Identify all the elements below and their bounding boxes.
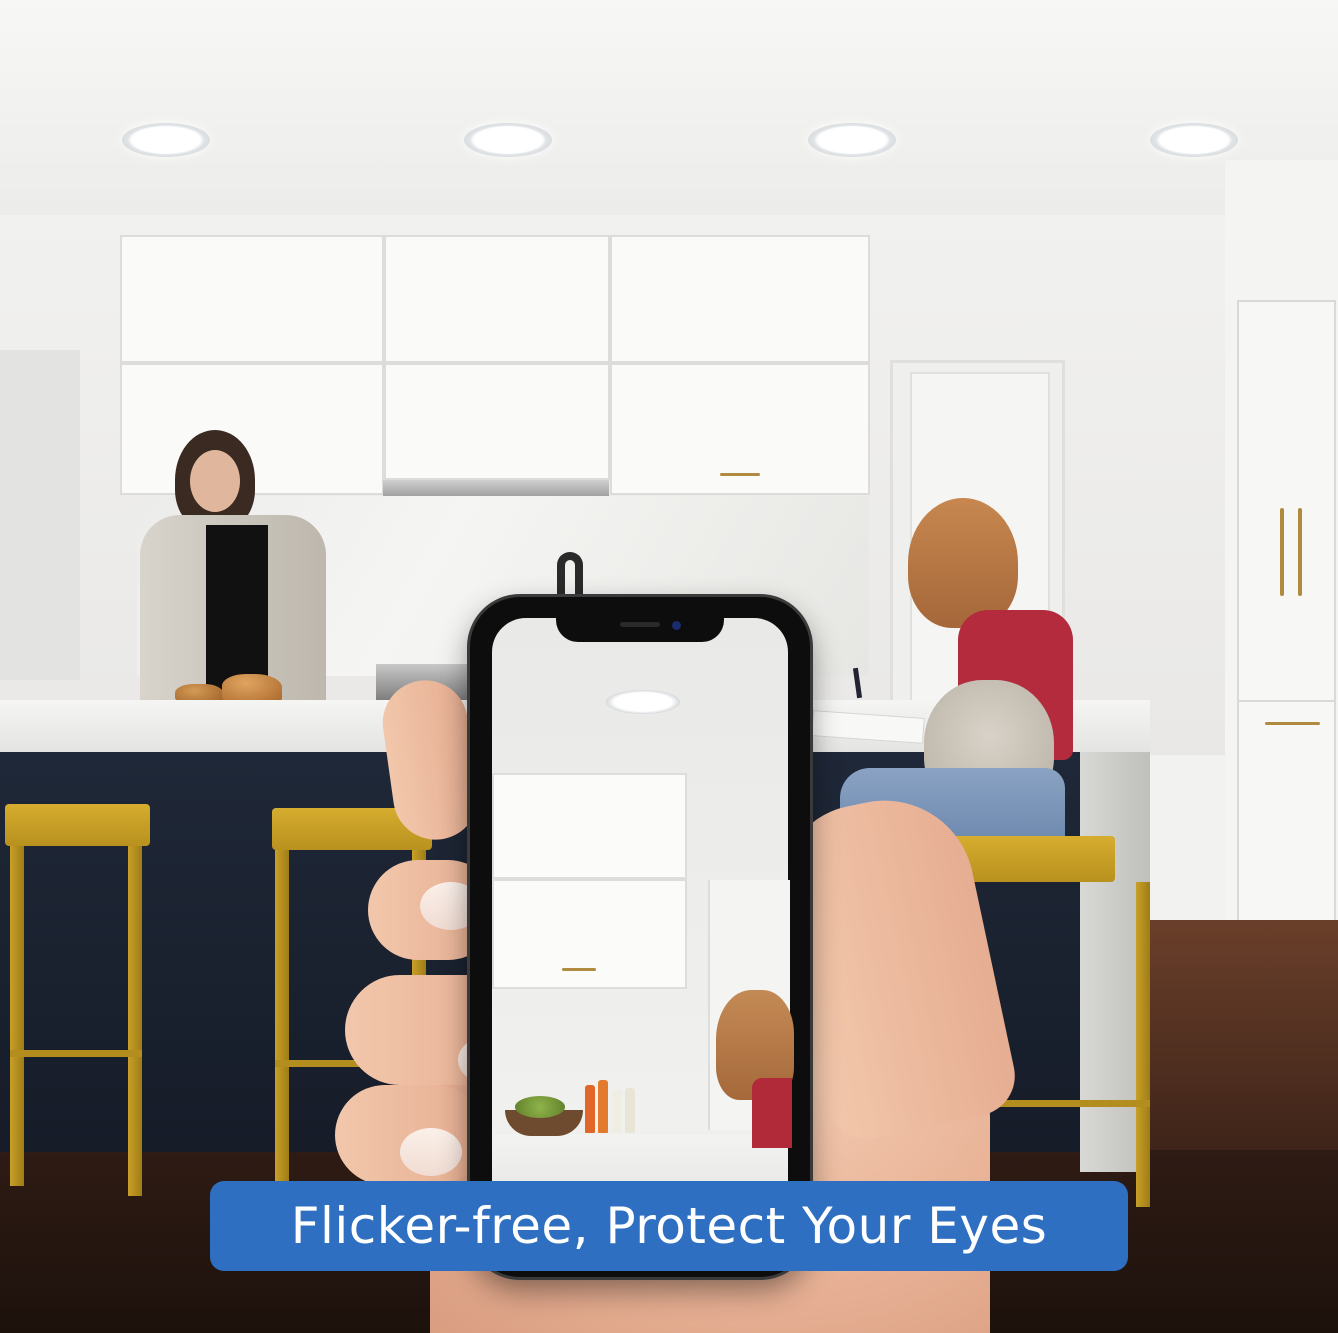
faucet	[557, 552, 583, 600]
bottle	[612, 1090, 622, 1133]
cabinet-handle	[562, 968, 596, 971]
cabinet-handle	[1280, 508, 1284, 596]
caption-text: Flicker-free, Protect Your Eyes	[290, 1197, 1048, 1255]
upper-cabinet	[610, 235, 870, 363]
screen-cabinet	[492, 879, 687, 989]
caption-banner: Flicker-free, Protect Your Eyes	[210, 1181, 1128, 1271]
woman-figure	[140, 430, 330, 705]
phone-speaker	[620, 622, 660, 627]
product-image: Flicker-free, Protect Your Eyes	[0, 0, 1338, 1333]
cabinet-handle	[720, 473, 760, 476]
pantry-cabinet	[1237, 300, 1336, 704]
upper-cabinet	[384, 235, 610, 363]
downlight-icon	[122, 123, 210, 157]
vegetables	[515, 1096, 565, 1118]
downlight-icon	[1150, 123, 1238, 157]
downlight-icon	[606, 690, 680, 714]
phone-notch	[556, 612, 724, 642]
downlight-icon	[808, 123, 896, 157]
screen-cabinet	[492, 773, 687, 879]
girl-hair	[908, 498, 1018, 628]
upper-cabinet	[384, 363, 610, 480]
woman-face	[190, 450, 240, 512]
camera-icon	[672, 621, 681, 630]
cabinet-handle	[1265, 722, 1320, 725]
screen-girl-shirt	[752, 1078, 792, 1148]
side-doorway	[0, 350, 80, 680]
bottle	[585, 1085, 595, 1133]
cabinet-handle	[1298, 508, 1302, 596]
bottle	[625, 1088, 635, 1133]
downlight-icon	[464, 123, 552, 157]
lower-side-cabinet	[1237, 700, 1336, 929]
ceiling	[0, 0, 1338, 215]
fingernail	[400, 1128, 462, 1176]
bottle	[598, 1080, 608, 1133]
upper-cabinet	[120, 235, 384, 363]
